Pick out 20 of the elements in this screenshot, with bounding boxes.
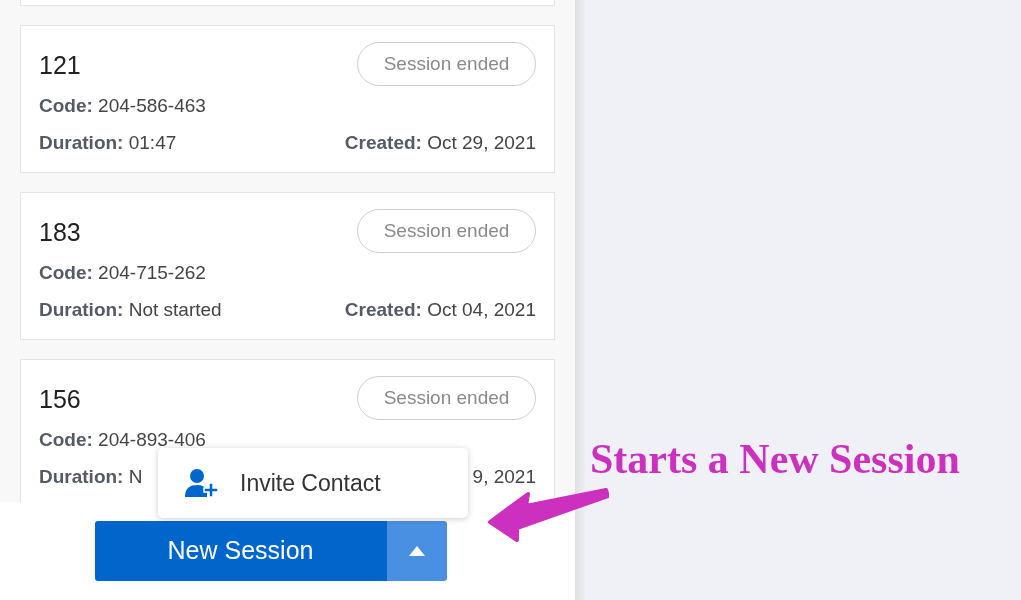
annotation-text: Starts a New Session	[590, 435, 960, 484]
session-field: 9, 2021	[472, 462, 536, 491]
session-card[interactable]: 183 Session ended Code: 204-715-262 Duration: Not started Created: Oct 04, 2021	[20, 192, 555, 340]
session-number: 121	[39, 50, 81, 82]
session-field: Created: Oct 04, 2021	[344, 295, 536, 324]
session-field: Duration: N	[39, 462, 143, 491]
session-field: Duration: 01:47	[39, 128, 177, 157]
session-field: Duration: Not started	[39, 295, 222, 324]
session-field: Code: 204-586-463	[39, 95, 206, 116]
caret-icon	[408, 546, 425, 556]
session-number: 156	[39, 384, 81, 416]
session-field: Code: 204-893-406	[39, 429, 206, 450]
session-field: Code: 204-715-262	[39, 262, 206, 283]
session-number: 183	[39, 217, 81, 249]
session-field: Created: Oct 29, 2021	[344, 128, 536, 157]
menu-item-label: Invite Contact	[240, 468, 381, 498]
new-session-button[interactable]: New Session	[94, 521, 387, 581]
dropdown-toggle[interactable]	[386, 521, 447, 581]
session-card[interactable]: 121 Session ended Code: 204-586-463 Duration: 01:47 Created: Oct 29, 2021	[20, 25, 555, 173]
menu-item[interactable]: Invite Contact	[158, 448, 468, 518]
